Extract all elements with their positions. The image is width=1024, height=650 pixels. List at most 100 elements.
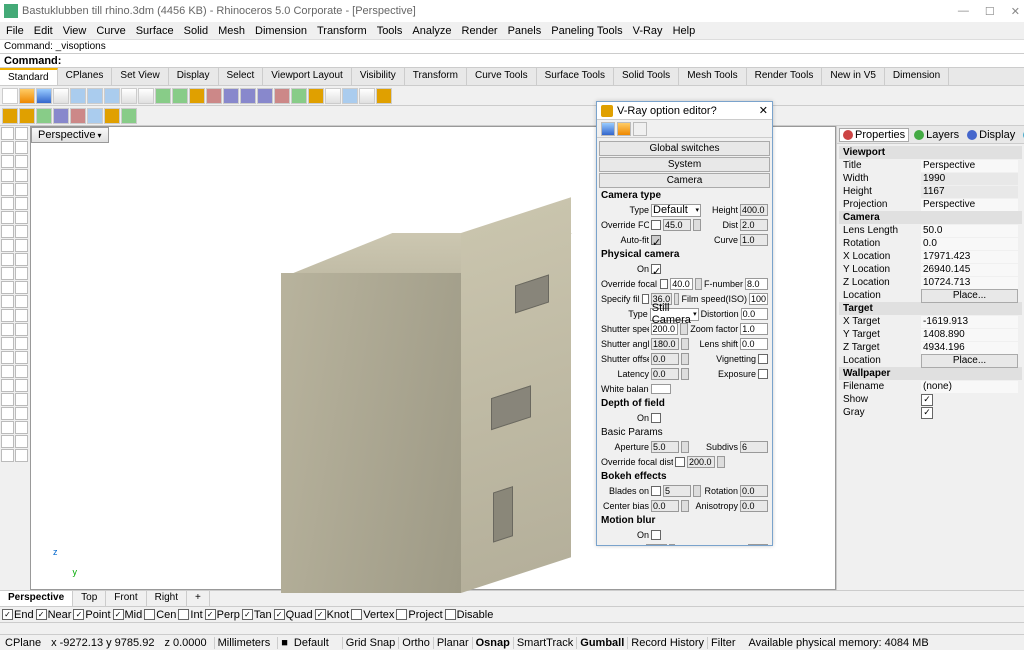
tool-icon[interactable]	[15, 295, 28, 308]
latency-field[interactable]: 0.0	[651, 368, 679, 380]
tool-icon[interactable]	[15, 351, 28, 364]
tool-icon[interactable]	[1, 295, 14, 308]
tool-icon[interactable]	[1, 239, 14, 252]
xloc-field[interactable]: 17971.423	[921, 251, 1018, 263]
vignetting-checkbox[interactable]	[758, 354, 768, 364]
status-gumball[interactable]: Gumball	[576, 637, 627, 649]
panel-tab-help[interactable]: Help	[1020, 129, 1024, 141]
osnap-end-checkbox[interactable]	[2, 609, 13, 620]
osnap-quad-checkbox[interactable]	[274, 609, 285, 620]
menu-v-ray[interactable]: V-Ray	[629, 25, 667, 37]
menu-panels[interactable]: Panels	[504, 25, 546, 37]
viewport-title[interactable]: Perspective▾	[31, 127, 109, 143]
tab-select[interactable]: Select	[219, 68, 264, 85]
tool-icon[interactable]	[15, 141, 28, 154]
tab-render-tools[interactable]: Render Tools	[747, 68, 823, 85]
split-icon[interactable]	[257, 88, 273, 104]
tool-icon[interactable]	[15, 421, 28, 434]
viewport-tab-right[interactable]: Right	[147, 591, 187, 606]
explode-icon[interactable]	[223, 88, 239, 104]
cut-icon[interactable]	[70, 88, 86, 104]
anisotropy-field[interactable]: 0.0	[740, 500, 768, 512]
tool-icon[interactable]	[1, 141, 14, 154]
osnap-int-checkbox[interactable]	[178, 609, 189, 620]
vray-fur-icon[interactable]	[121, 108, 137, 124]
tab-viewport-layout[interactable]: Viewport Layout	[263, 68, 352, 85]
tool-icon[interactable]	[1, 407, 14, 420]
bokeh-rotation-field[interactable]: 0.0	[740, 485, 768, 497]
zoom-factor-field[interactable]: 1.0	[740, 323, 768, 335]
ytarget-field[interactable]: 1408.890	[921, 329, 1018, 341]
options-icon[interactable]	[359, 88, 375, 104]
tool-icon[interactable]	[15, 323, 28, 336]
tool-icon[interactable]	[15, 337, 28, 350]
wallpaper-show-checkbox[interactable]: ✓	[921, 394, 933, 406]
osnap-near-checkbox[interactable]	[36, 609, 47, 620]
open-icon[interactable]	[19, 88, 35, 104]
fov-field[interactable]: 45.0	[663, 219, 691, 231]
menu-surface[interactable]: Surface	[132, 25, 178, 37]
menu-file[interactable]: File	[2, 25, 28, 37]
center-bias-field[interactable]: 0.0	[651, 500, 679, 512]
help-icon[interactable]	[376, 88, 392, 104]
tool-icon[interactable]	[15, 435, 28, 448]
vray-cam-icon[interactable]	[87, 108, 103, 124]
tab-dimension[interactable]: Dimension	[885, 68, 949, 85]
tool-icon[interactable]	[1, 281, 14, 294]
status-ortho[interactable]: Ortho	[398, 637, 433, 649]
tool-icon[interactable]	[15, 127, 28, 140]
shutter-speed-field[interactable]: 200.0	[651, 323, 679, 335]
rotation-field[interactable]: 0.0	[921, 238, 1018, 250]
tab-set-view[interactable]: Set View	[112, 68, 168, 85]
shade-icon[interactable]	[291, 88, 307, 104]
vp-projection-select[interactable]: Perspective	[921, 199, 1018, 211]
prepass-field[interactable]: 1	[748, 544, 768, 545]
tool-icon[interactable]	[1, 183, 14, 196]
vray-section-global[interactable]: Global switches	[599, 141, 770, 156]
menu-view[interactable]: View	[59, 25, 91, 37]
paste-icon[interactable]	[104, 88, 120, 104]
tool-icon[interactable]	[15, 169, 28, 182]
camera-height-field[interactable]: 400.0	[740, 204, 768, 216]
status-planar[interactable]: Planar	[433, 637, 472, 649]
scale-icon[interactable]	[189, 88, 205, 104]
vray-render-icon[interactable]	[2, 108, 18, 124]
tab-surface-tools[interactable]: Surface Tools	[537, 68, 614, 85]
join-icon[interactable]	[206, 88, 222, 104]
status-units[interactable]: Millimeters	[214, 637, 274, 649]
vray-mat-icon[interactable]	[53, 108, 69, 124]
dist-field[interactable]: 2.0	[740, 219, 768, 231]
tool-icon[interactable]	[1, 253, 14, 266]
tab-standard[interactable]: Standard	[0, 68, 58, 85]
menu-analyze[interactable]: Analyze	[408, 25, 455, 37]
tool-icon[interactable]	[1, 309, 14, 322]
status-filter[interactable]: Filter	[707, 637, 738, 649]
osnap-tan-checkbox[interactable]	[242, 609, 253, 620]
redo-icon[interactable]	[138, 88, 154, 104]
lens-shift-field[interactable]: 0.0	[740, 338, 768, 350]
vray-close-button[interactable]: ✕	[759, 104, 768, 117]
camera-place-button[interactable]: Place...	[921, 289, 1018, 303]
menu-mesh[interactable]: Mesh	[214, 25, 249, 37]
osnap-disable-checkbox[interactable]	[445, 609, 456, 620]
render-icon[interactable]	[308, 88, 324, 104]
menu-help[interactable]: Help	[669, 25, 700, 37]
tool-icon[interactable]	[15, 393, 28, 406]
viewport-tab-top[interactable]: Top	[73, 591, 106, 606]
aperture-field[interactable]: 5.0	[651, 441, 679, 453]
viewport-tab-perspective[interactable]: Perspective	[0, 591, 73, 606]
dof-subdivs-field[interactable]: 6	[740, 441, 768, 453]
tool-icon[interactable]	[1, 169, 14, 182]
tool-icon[interactable]	[1, 351, 14, 364]
ofd-checkbox[interactable]	[675, 457, 685, 467]
vray-options-icon[interactable]	[36, 108, 52, 124]
menu-render[interactable]: Render	[458, 25, 502, 37]
tool-icon[interactable]	[1, 421, 14, 434]
ofl-checkbox[interactable]	[660, 279, 668, 289]
osnap-vertex-checkbox[interactable]	[351, 609, 362, 620]
undo-icon[interactable]	[121, 88, 137, 104]
print-icon[interactable]	[53, 88, 69, 104]
menu-transform[interactable]: Transform	[313, 25, 371, 37]
shutter-offset-field[interactable]: 0.0	[651, 353, 679, 365]
shutter-angle-field[interactable]: 180.0	[651, 338, 679, 350]
